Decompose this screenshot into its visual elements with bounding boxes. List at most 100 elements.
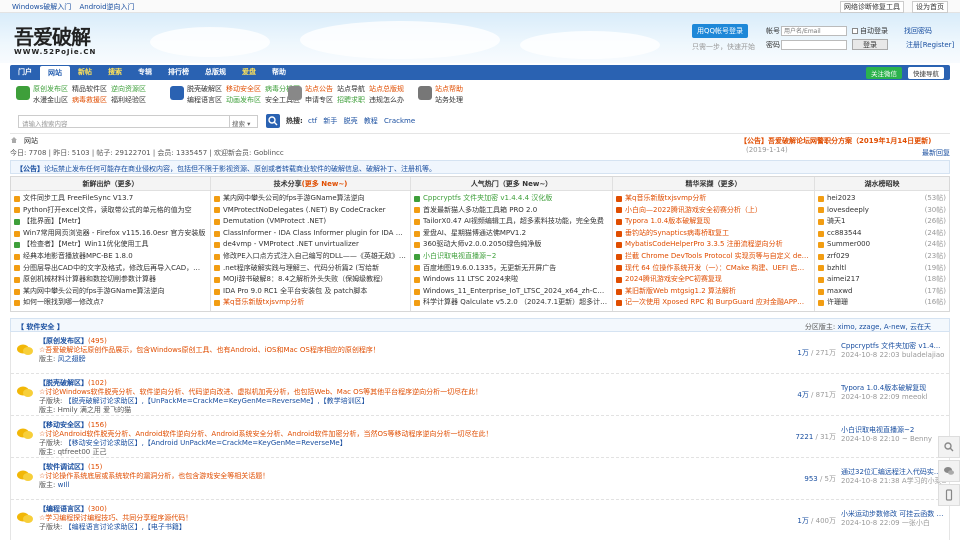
register-link[interactable]: 注册[Register]	[906, 40, 954, 50]
panel-more-link[interactable]: (更多 New~)	[302, 180, 348, 188]
thread-item[interactable]: 小白向—2022腾讯游戏安全初赛分析（上）	[616, 205, 811, 217]
float-search-button[interactable]	[938, 436, 960, 458]
panel-title[interactable]: 精华采撷（更多）	[613, 177, 814, 191]
nav-aipan[interactable]: 爱盘	[234, 65, 264, 80]
thread-item[interactable]: IDA Pro 9.0 RC1 全平台安装包 及 patch脚本	[214, 286, 407, 298]
subnav-link[interactable]: 站点总版规	[369, 85, 404, 93]
subforum-links[interactable]: 【移动安全讨论求助区】,【Android UnPackMe=CrackMe=Ke…	[65, 439, 347, 447]
breadcrumb-current[interactable]: 网站	[24, 136, 38, 146]
last-post[interactable]: 通过32位汇编远程注入代码实... 2024-10-8 21:38 A学习的小菜鸟	[841, 468, 946, 486]
thread-item[interactable]: 【批界面】【Metr】	[14, 216, 207, 228]
last-post[interactable]: Typora 1.0.4版本破解复现 2024-10-8 22:09 meeokl	[841, 384, 946, 402]
panel-title[interactable]: 人气热门（更多 New~）	[411, 177, 612, 191]
thread-item[interactable]: 骑天1 (26帖)	[818, 216, 946, 228]
thread-item[interactable]: maxwd (17帖)	[818, 286, 946, 298]
login-button[interactable]: 登录	[852, 39, 888, 50]
forum-moderators[interactable]: 版主: qtfreet00 正己	[39, 448, 739, 457]
forum-title[interactable]: 【脱壳破解区】	[39, 379, 88, 387]
subnav-link[interactable]: 编程语言区	[187, 96, 222, 104]
password-input[interactable]	[781, 39, 847, 50]
thread-item[interactable]: Typora 1.0.4版本破解复现	[616, 216, 811, 228]
subnav-link[interactable]: 病毒救援区	[72, 96, 107, 104]
forum-title[interactable]: 【编程语言区】	[39, 505, 88, 513]
thread-item[interactable]: 2024腾讯游戏安全PC初赛复现	[616, 274, 811, 286]
subnav-link[interactable]: 福利经验区	[111, 96, 146, 104]
subforum-links[interactable]: 【编程语言讨论求助区】,【电子书籍】	[65, 523, 186, 531]
home-icon[interactable]	[10, 136, 18, 144]
subnav-link[interactable]: 动画发布区	[226, 96, 261, 104]
thread-item[interactable]: 垂钓站的Synaptics病毒桥取复工	[616, 228, 811, 240]
thread-item[interactable]: 原创机械材料计算器和数控切削参数计算器	[14, 274, 207, 286]
top-link-android[interactable]: Android逆向入门	[79, 3, 134, 11]
last-post[interactable]: 小白识取电视直播源~2 2024-10-8 22:10 ~ Benny	[841, 426, 946, 444]
username-input[interactable]	[781, 26, 847, 36]
subforum-links[interactable]: 风之翅膀	[58, 355, 86, 363]
thread-item[interactable]: lovesdeeply (30帖)	[818, 205, 946, 217]
thread-item[interactable]: Win7常用网页浏览器 - Firefox v115.16.0esr 官方安装版	[14, 228, 207, 240]
thread-item[interactable]: MybatisCodeHelperPro 3.3.5 注册流程逆向分析	[616, 239, 811, 251]
thread-item[interactable]: 某旧新版Web mtgsig1.2 算法解析	[616, 286, 811, 298]
subnav-link[interactable]: 招聘求职	[337, 96, 365, 104]
subnav-link[interactable]: 移动安全区	[226, 85, 261, 93]
subnav-link[interactable]: 站点导航	[337, 85, 365, 93]
moderators-list[interactable]: ximo, zzage, A-new, 云在天	[837, 323, 931, 331]
panel-title[interactable]: 湖水榜昭映	[815, 177, 949, 191]
thread-item[interactable]: 某内网中攀头公司的fps手游GName算法逆向	[14, 286, 207, 298]
thread-item[interactable]: 某内网中攀头公司的fps手游GName算法逆向	[214, 193, 407, 205]
subnav-link[interactable]: 精品软件区	[72, 85, 107, 93]
thread-item[interactable]: de4vmp - VMProtect .NET unvirtualizer	[214, 239, 407, 251]
thread-item[interactable]: 某q音乐新版txjsvmp分析	[616, 193, 811, 205]
nav-new-posts[interactable]: 新帖	[70, 65, 100, 80]
set-homepage-link[interactable]: 设为首页	[912, 1, 948, 13]
search-input[interactable]: 请输入搜索内容	[18, 115, 230, 128]
float-wechat-button[interactable]	[938, 460, 960, 482]
thread-item[interactable]: 文件同步工具 FreeFileSync V13.7	[14, 193, 207, 205]
thread-item[interactable]: 拦截 Chrome DevTools Protocol 实现页等与自定义 deb…	[616, 251, 811, 263]
thread-item[interactable]: VMProtectNoDelegates (.NET) By CodeCrack…	[214, 205, 407, 217]
nav-rules[interactable]: 总版规	[197, 65, 234, 80]
thread-item[interactable]: Windows_11_Enterprise_IoT_LTSC_2024_x64_…	[414, 286, 609, 298]
thread-item[interactable]: aimei217 (18帖)	[818, 274, 946, 286]
float-mobile-button[interactable]	[938, 484, 960, 506]
network-tool-link[interactable]: 网络诊断修复工具	[840, 1, 904, 13]
site-logo[interactable]: 吾爱破解 WWW.52PoJie.CN	[14, 21, 104, 61]
subnav-link[interactable]: 脱壳破解区	[187, 85, 222, 93]
nav-help[interactable]: 帮助	[264, 65, 294, 80]
thread-item[interactable]: 首发最新猫人多功能工具箱 PRO 2.0	[414, 205, 609, 217]
thread-item[interactable]: 百度地图19.6.0.1335，无更新无开屏广告	[414, 263, 609, 275]
thread-item[interactable]: 如何一眼找到哪一修改点?	[14, 297, 207, 309]
section-title[interactable]: 【 软件安全 】	[17, 322, 64, 332]
subnav-link[interactable]: 逆向资源区	[111, 85, 146, 93]
thread-item[interactable]: bzhltl (19帖)	[818, 263, 946, 275]
autologin-checkbox[interactable]: 自动登录	[852, 26, 888, 36]
subforum-links[interactable]: 【脱壳破解讨论求助区】,【UnPackMe=CrackMe=KeyGenMe=R…	[65, 397, 369, 405]
latest-reply-link[interactable]: 最新回复	[922, 148, 950, 158]
hot-link[interactable]: Crackme	[384, 117, 415, 125]
subnav-link[interactable]: 站务处理	[435, 96, 463, 104]
panel-title[interactable]: 新鲜出炉（更多）	[11, 177, 210, 191]
last-post[interactable]: 小米运动步数修改 可挂云函数 20... 2024-10-8 22:09 一张小白	[841, 510, 946, 528]
subnav-link[interactable]: 申请专区	[305, 96, 333, 104]
qq-login-button[interactable]: 用QQ帐号登录	[692, 24, 749, 38]
hot-link[interactable]: 脱壳	[344, 117, 358, 125]
thread-item[interactable]: MOJi辞书破解8：8.4之解析外头失败（保姆级教程）	[214, 274, 407, 286]
top-link-windows[interactable]: Windows破解入门	[12, 3, 71, 11]
hot-link[interactable]: 教程	[364, 117, 378, 125]
thread-item[interactable]: 科学计算器 Qalculate v5.2.0 （2024.7.1更新）超多计算抽…	[414, 297, 609, 309]
thread-item[interactable]: 爱盘AI、星期猫博通达佛MPV1.2	[414, 228, 609, 240]
subnav-link[interactable]: 水漫金山区	[33, 96, 68, 104]
hot-link[interactable]: ctf	[308, 117, 317, 125]
thread-item[interactable]: Python打开excel文件，读取带公式的单元格的值为空	[14, 205, 207, 217]
thread-item[interactable]: 记一次使用 Xposed RPC 和 BurpGuard 应对金融APP参数签名	[616, 297, 811, 309]
thread-item[interactable]: Cppcryptfs 文件夹加密 v1.4.4.4 汉化版	[414, 193, 609, 205]
thread-item[interactable]: 现代 64 位操作系统开发（一）：CMake 构建、UEFI 启动、fra	[616, 263, 811, 275]
thread-item[interactable]: Summer000 (24帖)	[818, 239, 946, 251]
thread-item[interactable]: ClassInformer - IDA Class Informer plugi…	[214, 228, 407, 240]
nav-search[interactable]: 搜索	[100, 65, 130, 80]
thread-item[interactable]: cc883544 (24帖)	[818, 228, 946, 240]
subnav-link[interactable]: 原创发布区	[33, 85, 68, 93]
thread-item[interactable]: TailorX0.47 AI视频编辑工具，超多素料技功能，完全免费	[414, 216, 609, 228]
nav-albums[interactable]: 专辑	[130, 65, 160, 80]
last-post[interactable]: Cppcryptfs 文件夹加密 v1.4... 2024-10-8 22:03 …	[841, 342, 946, 360]
forum-title[interactable]: 【移动安全区】	[39, 421, 88, 429]
